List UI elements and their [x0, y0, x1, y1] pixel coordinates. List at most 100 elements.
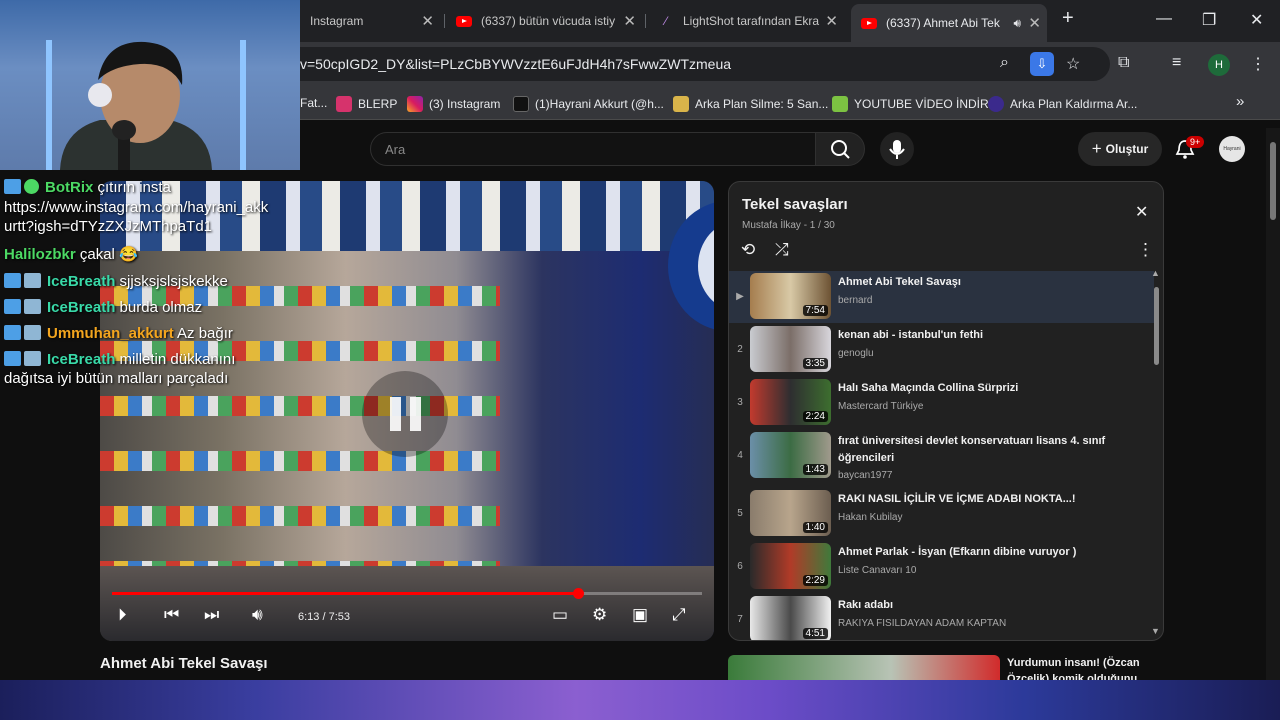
chat-username: Ummuhan_akkurt — [47, 325, 174, 342]
search-button[interactable] — [815, 132, 865, 166]
chat-text: burda olmaz — [119, 299, 203, 316]
playlist-item[interactable]: ▶ 7:54 Ahmet Abi Tekel Savaşı bernard — [729, 271, 1154, 323]
install-app-icon[interactable]: ⇩ — [1030, 52, 1054, 76]
playlist-title[interactable]: Tekel savaşları — [742, 196, 848, 213]
page-scrollbar[interactable] — [1270, 142, 1276, 220]
bookmark-item[interactable]: Fat... — [300, 96, 327, 110]
close-window-icon[interactable]: ✕ — [1250, 10, 1263, 30]
bookmark-label: YOUTUBE VİDEO İNDİR — [854, 97, 989, 111]
notification-count-badge: 9+ — [1186, 136, 1205, 148]
menu-icon[interactable]: ⋮ — [1250, 54, 1266, 74]
pause-overlay-icon[interactable] — [362, 371, 448, 457]
tab-lightshot[interactable]: ⁄ LightShot tarafından Ekra ✕ — [648, 8, 844, 34]
close-tab-icon[interactable]: ✕ — [1028, 14, 1041, 32]
account-avatar[interactable]: Hayrani — [1219, 136, 1245, 162]
subtitles-icon[interactable]: ▭ — [552, 605, 568, 625]
search-input[interactable]: Ara — [370, 132, 816, 166]
bookmark-item[interactable]: (3) Instagram — [407, 96, 500, 112]
playlist-item-title[interactable]: Ahmet Parlak - İsyan (Efkarın dibine vur… — [838, 544, 1128, 561]
volume-icon[interactable]: 🔊︎ — [252, 605, 263, 625]
tab-youtube-1[interactable]: (6337) bütün vücuda istiy ✕ — [446, 8, 642, 34]
shuffle-icon[interactable]: ⤮ — [775, 240, 789, 260]
video-thumbnail[interactable]: 4:51 — [750, 596, 831, 640]
progress-bar[interactable] — [112, 588, 702, 599]
playlist-item[interactable]: 2 3:35 kenan abi - istanbul'un fethi gen… — [729, 324, 1154, 376]
media-control-icon[interactable]: ≡ — [1172, 54, 1181, 72]
duration-badge: 2:24 — [802, 411, 828, 422]
extensions-icon[interactable]: ⧉ — [1118, 54, 1129, 72]
tab-youtube-active[interactable]: (6337) Ahmet Abi Tek 🔊︎ ✕ — [851, 4, 1047, 42]
playlist-item[interactable]: 3 2:24 Halı Saha Maçında Collina Sürpriz… — [729, 377, 1154, 429]
chat-message: IceBreath sjjsksjslsjskekke — [4, 272, 228, 291]
loop-icon[interactable]: ⟲ — [741, 240, 755, 260]
playlist-subtitle: Mustafa İlkay - 1 / 30 — [742, 220, 835, 231]
previous-icon[interactable]: ⏮︎ — [164, 605, 179, 625]
video-thumbnail[interactable]: 7:54 — [750, 273, 831, 319]
bookmark-item[interactable]: (1)Hayrani Akkurt (@h... — [513, 96, 664, 112]
playing-indicator-icon: ▶ — [736, 291, 744, 302]
speaker-icon[interactable]: 🔊︎ — [1013, 16, 1021, 31]
fullscreen-icon[interactable]: ⤢ — [672, 605, 686, 625]
restore-icon[interactable]: ❐ — [1202, 10, 1216, 30]
video-thumbnail[interactable]: 3:35 — [750, 326, 831, 372]
playlist-scrollbar[interactable] — [1154, 287, 1159, 365]
playlist-item[interactable]: 6 2:29 Ahmet Parlak - İsyan (Efkarın dib… — [729, 541, 1154, 593]
playlist-menu-icon[interactable]: ⋮ — [1137, 240, 1154, 260]
scroll-up-icon[interactable]: ▲ — [1151, 268, 1160, 278]
minimize-icon[interactable]: — — [1156, 10, 1172, 28]
theater-mode-icon[interactable]: ▣ — [632, 605, 648, 625]
playlist-item-title[interactable]: kenan abi - istanbul'un fethi — [838, 327, 1128, 344]
video-thumbnail[interactable]: 2:24 — [750, 379, 831, 425]
playlist-item-title[interactable]: Ahmet Abi Tekel Savaşı — [838, 274, 1128, 291]
playlist-item-index: 5 — [737, 508, 743, 519]
bookmark-item[interactable]: YOUTUBE VİDEO İNDİR — [832, 96, 989, 112]
settings-gear-icon[interactable]: ⚙︎ — [592, 605, 607, 625]
chat-text: milletin dükkanını — [119, 351, 236, 368]
close-playlist-icon[interactable]: ✕ — [1135, 202, 1148, 222]
playlist-item[interactable]: 4 1:43 fırat üniversitesi devlet konserv… — [729, 430, 1154, 486]
close-tab-icon[interactable]: ✕ — [623, 12, 636, 30]
playlist-item[interactable]: 7 4:51 Rakı adabı RAKIYA FISILDAYAN ADAM… — [729, 594, 1154, 640]
more-bookmarks-icon[interactable]: » — [1236, 93, 1244, 110]
voice-search-button[interactable] — [880, 132, 914, 166]
playlist-item-title[interactable]: Halı Saha Maçında Collina Sürprizi — [838, 380, 1128, 397]
tab-instagram[interactable]: Instagram ✕ — [300, 8, 440, 34]
scroll-down-icon[interactable]: ▼ — [1151, 626, 1160, 636]
bookmark-item[interactable]: BLERP — [336, 96, 397, 112]
create-button[interactable]: + Oluştur — [1078, 132, 1162, 166]
new-tab-icon[interactable]: + — [1062, 7, 1074, 30]
duration-badge: 1:40 — [802, 522, 828, 533]
duration-badge: 7:54 — [802, 305, 828, 316]
playlist-item-title[interactable]: fırat üniversitesi devlet konservatuarı … — [838, 433, 1128, 467]
playlist-item-title[interactable]: RAKI NASIL İÇİLİR VE İÇME ADABI NOKTA...… — [838, 491, 1128, 508]
bookmark-star-icon[interactable]: ☆ — [1066, 54, 1080, 74]
bookmark-item[interactable]: Arka Plan Kaldırma Ar... — [988, 96, 1137, 112]
blerp-icon — [336, 96, 352, 112]
address-bar[interactable]: v=50cpIGD2_DY&list=PLzCbBYWVzztE6uFJdH4h… — [260, 47, 1110, 81]
url-text[interactable]: v=50cpIGD2_DY&list=PLzCbBYWVzztE6uFJdH4h… — [300, 56, 731, 72]
video-thumbnail[interactable]: 1:43 — [750, 432, 831, 478]
download-arrow-icon — [832, 96, 848, 112]
bookmark-label: Fat... — [300, 96, 328, 110]
progress-played — [112, 592, 579, 595]
chat-username: IceBreath — [47, 299, 116, 316]
playlist-item[interactable]: 5 1:40 RAKI NASIL İÇİLİR VE İÇME ADABI N… — [729, 488, 1154, 540]
sword-badge-icon — [4, 351, 21, 366]
next-icon[interactable]: ⏭︎ — [204, 605, 219, 625]
profile-avatar[interactable]: H — [1208, 54, 1230, 76]
playlist-item-title[interactable]: Rakı adabı — [838, 597, 1128, 614]
video-thumbnail[interactable]: 1:40 — [750, 490, 831, 536]
close-tab-icon[interactable]: ✕ — [825, 12, 838, 30]
bookmark-item[interactable]: Arka Plan Silme: 5 San... — [673, 96, 828, 112]
video-title: Ahmet Abi Tekel Savaşı — [100, 655, 268, 672]
feather-favicon-icon: ⁄ — [664, 14, 667, 28]
chat-username: IceBreath — [47, 351, 116, 368]
layers-icon — [673, 96, 689, 112]
play-pause-icon[interactable]: ⏵︎ — [118, 605, 127, 625]
video-thumbnail[interactable]: 2:29 — [750, 543, 831, 589]
zoom-icon[interactable]: ⌕ — [1000, 54, 1009, 72]
close-tab-icon[interactable]: ✕ — [421, 12, 434, 30]
duration-badge: 2:29 — [802, 575, 828, 586]
youtube-favicon-icon — [861, 15, 877, 31]
stream-chat-overlay: BotRix çıtırın insta https://www.instagr… — [0, 170, 300, 400]
